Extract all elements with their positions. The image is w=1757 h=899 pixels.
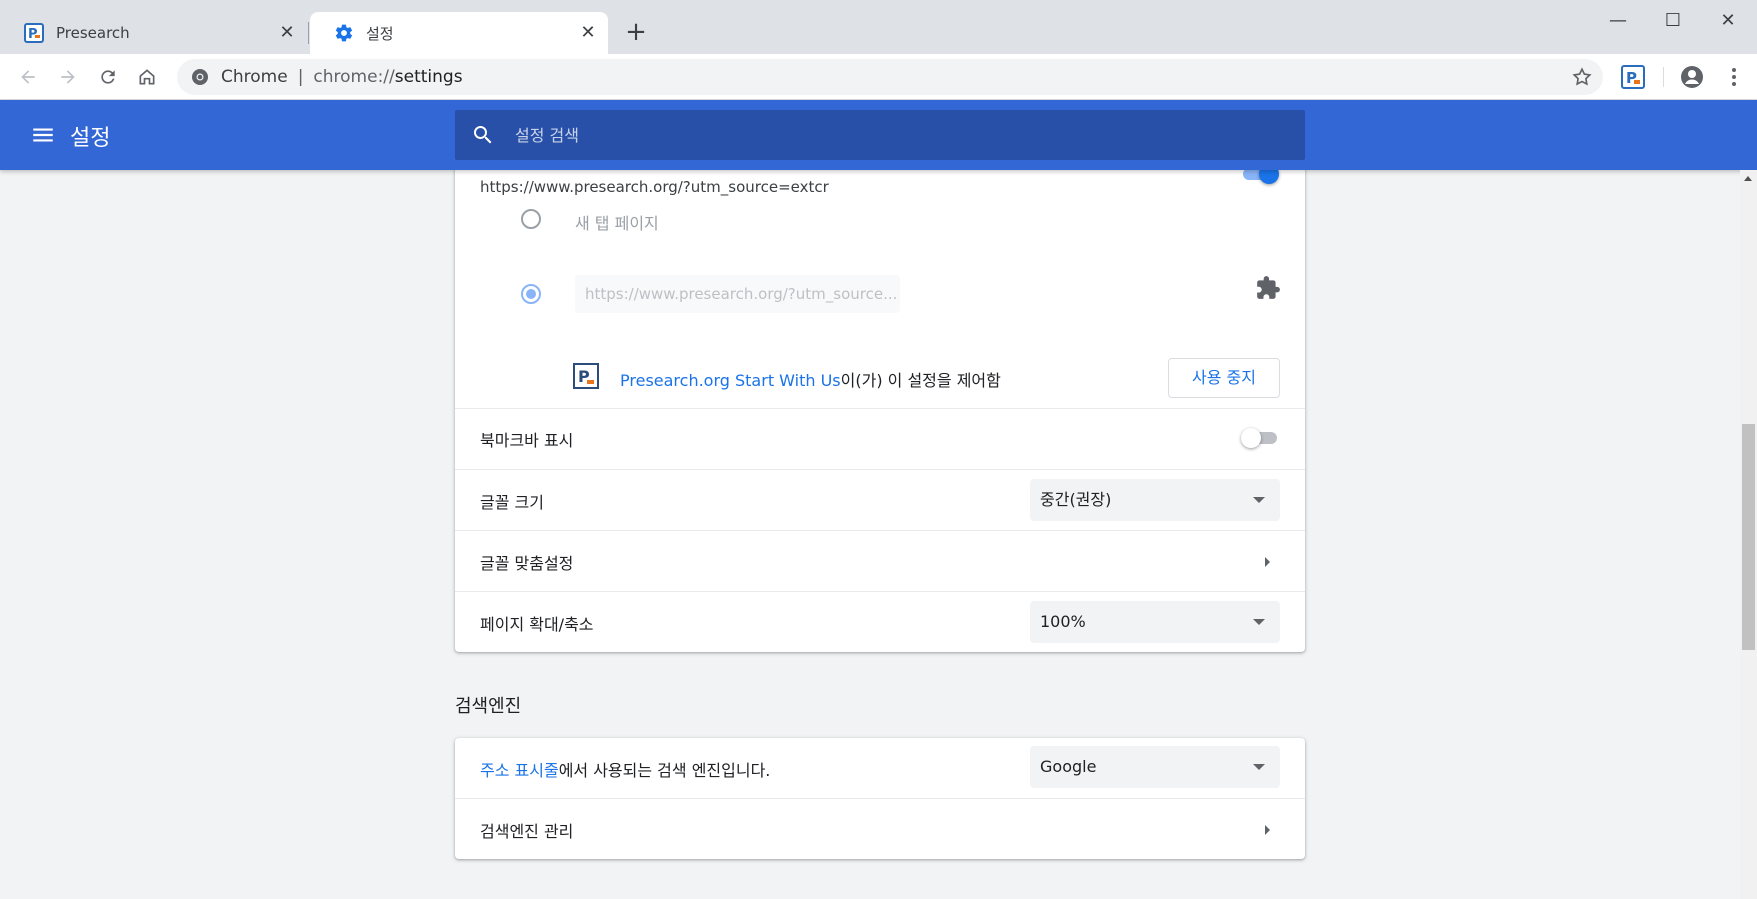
close-window-icon[interactable]: ✕ — [1700, 6, 1756, 36]
tab-settings[interactable]: 설정 ✕ — [310, 12, 608, 54]
reload-button[interactable] — [92, 61, 124, 93]
caret-down-icon — [1253, 764, 1265, 770]
star-icon[interactable] — [1571, 66, 1593, 88]
arrow-right-icon — [1265, 557, 1270, 567]
tab-presearch[interactable]: P Presearch ✕ — [0, 12, 307, 54]
search-engine-section-title: 검색엔진 — [455, 696, 522, 717]
forward-button[interactable] — [52, 61, 84, 93]
customize-fonts-label: 글꼴 맞춤설정 — [480, 554, 574, 573]
url-scheme: chrome:// — [313, 67, 395, 87]
settings-search[interactable] — [455, 110, 1305, 160]
svg-text:P: P — [1626, 69, 1637, 87]
puzzle-piece-icon — [1257, 276, 1280, 299]
settings-header: 설정 — [0, 100, 1757, 170]
bookmarks-bar-row[interactable]: 북마크바 표시 — [455, 408, 1305, 469]
arrow-right-icon — [61, 70, 75, 84]
home-icon — [139, 69, 155, 85]
omnibox-divider: | — [297, 67, 304, 87]
font-size-value: 중간(권장) — [1040, 490, 1112, 509]
tab-separator — [308, 22, 309, 44]
hamburger-menu-icon[interactable] — [30, 122, 56, 148]
arrow-left-icon — [21, 70, 35, 84]
homepage-url-text: https://www.presearch.org/?utm_source=ex… — [480, 178, 829, 196]
scroll-up-arrow-icon[interactable] — [1744, 176, 1752, 181]
page-zoom-select[interactable]: 100% — [1030, 601, 1280, 643]
chrome-logo-icon — [192, 69, 208, 85]
gear-icon — [334, 23, 354, 43]
bookmarks-bar-toggle[interactable] — [1241, 426, 1279, 448]
search-engine-description: 주소 표시줄에서 사용되는 검색 엔진입니다. — [480, 757, 770, 781]
maximize-icon[interactable]: ☐ — [1645, 6, 1701, 36]
font-size-select[interactable]: 중간(권장) — [1030, 479, 1280, 521]
search-engine-value: Google — [1040, 757, 1097, 776]
minimize-icon[interactable]: — — [1590, 6, 1646, 36]
caret-down-icon — [1253, 497, 1265, 503]
presearch-extension-icon[interactable]: P — [1621, 65, 1645, 89]
extension-controls-text: 이(가) 이 설정을 제어함 — [840, 371, 1001, 390]
radio-new-tab[interactable] — [521, 209, 541, 229]
presearch-logo-icon: P — [573, 363, 599, 389]
used-in-text: 에서 사용되는 검색 엔진입니다. — [558, 761, 771, 780]
tab-strip: P Presearch ✕ 설정 ✕ + — ☐ ✕ — [0, 0, 1757, 54]
font-size-label: 글꼴 크기 — [480, 493, 544, 512]
extension-control-notice: Presearch.org Start With Us이(가) 이 설정을 제어… — [620, 367, 1001, 391]
more-vert-icon[interactable] — [1722, 65, 1746, 89]
address-bar[interactable]: Chrome | chrome://settings — [177, 59, 1603, 95]
page-zoom-value: 100% — [1040, 612, 1086, 631]
settings-search-input[interactable] — [515, 125, 1115, 145]
browser-toolbar: Chrome | chrome://settings P — [0, 54, 1757, 100]
address-bar-link[interactable]: 주소 표시줄 — [480, 761, 559, 780]
close-icon[interactable]: ✕ — [277, 23, 297, 43]
presearch-logo-icon: P — [24, 23, 44, 43]
toolbar-separator — [1663, 67, 1664, 87]
site-chip: Chrome — [221, 67, 288, 87]
profile-avatar-icon[interactable] — [1680, 65, 1704, 89]
search-icon — [474, 126, 492, 144]
page-zoom-row: 페이지 확대/축소 100% — [455, 591, 1305, 652]
manage-search-engines-label: 검색엔진 관리 — [480, 822, 574, 841]
url-path: settings — [394, 67, 463, 87]
caret-down-icon — [1253, 619, 1265, 625]
bookmarks-bar-label: 북마크바 표시 — [480, 431, 574, 450]
scrollbar-thumb[interactable] — [1742, 424, 1755, 650]
custom-url-input[interactable]: https://www.presearch.org/?utm_source... — [575, 275, 900, 313]
appearance-card: https://www.presearch.org/?utm_source=ex… — [455, 150, 1305, 652]
search-engine-row: 주소 표시줄에서 사용되는 검색 엔진입니다. Google — [455, 738, 1305, 798]
home-button[interactable] — [131, 61, 163, 93]
manage-search-engines-row[interactable]: 검색엔진 관리 — [455, 798, 1305, 859]
extension-name-link[interactable]: Presearch.org Start With Us — [620, 371, 841, 390]
arrow-right-icon — [1265, 825, 1270, 835]
new-tab-button[interactable]: + — [620, 17, 652, 49]
radio-custom-url[interactable] — [521, 284, 541, 304]
customize-fonts-row[interactable]: 글꼴 맞춤설정 — [455, 530, 1305, 591]
back-button[interactable] — [12, 61, 44, 93]
disable-extension-button[interactable]: 사용 중지 — [1168, 358, 1280, 398]
tab-title: Presearch — [56, 24, 130, 42]
svg-text:P: P — [28, 27, 38, 42]
page-title: 설정 — [70, 126, 111, 151]
search-engine-card: 주소 표시줄에서 사용되는 검색 엔진입니다. Google 검색엔진 관리 — [455, 738, 1305, 859]
page-scrollbar[interactable] — [1740, 170, 1757, 899]
page-zoom-label: 페이지 확대/축소 — [480, 615, 594, 634]
search-engine-select[interactable]: Google — [1030, 746, 1280, 788]
close-icon[interactable]: ✕ — [578, 23, 598, 43]
font-size-row: 글꼴 크기 중간(권장) — [455, 469, 1305, 530]
tab-title: 설정 — [366, 24, 394, 43]
reload-icon — [101, 70, 115, 84]
radio-new-tab-label: 새 탭 페이지 — [575, 214, 659, 233]
